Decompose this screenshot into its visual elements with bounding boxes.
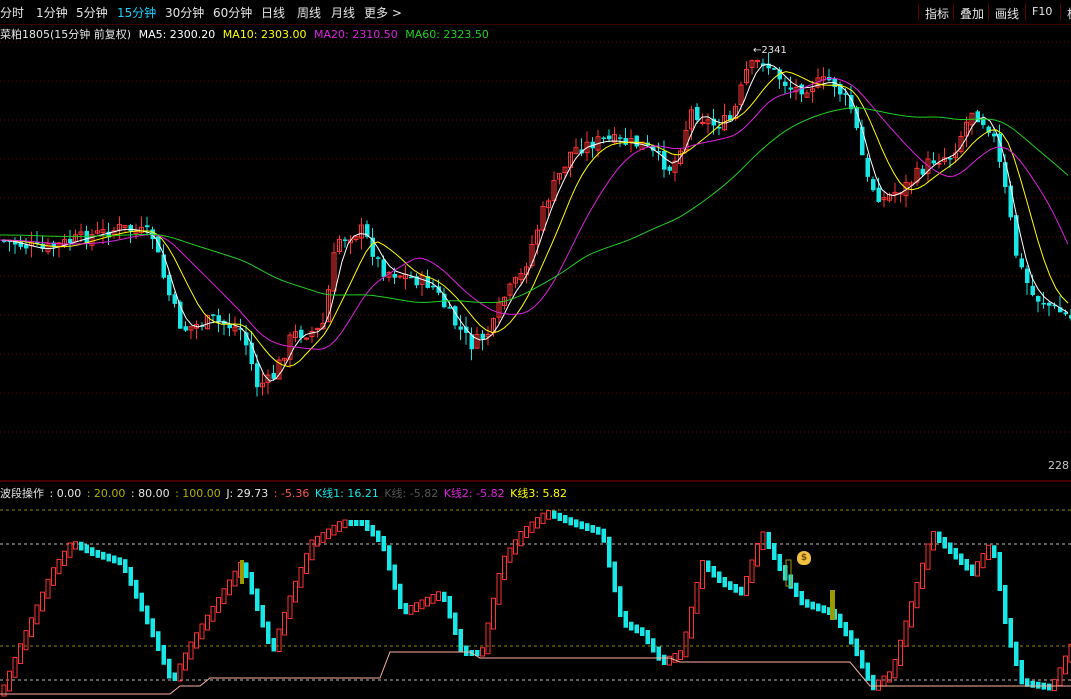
indicator-bars [0,510,1071,697]
ma10-value: MA10: 2303.00 [222,28,307,41]
indicator-legend: 波段操作 : 0.00 : 20.00 : 80.00 : 100.00 J: … [0,485,569,501]
candlesticks [2,52,1071,397]
money-bag-icon: $ [797,551,811,565]
level-20: : 20.00 [86,487,126,500]
price-axis-label: 228 [1048,459,1069,472]
ma5-value: MA5: 2300.20 [138,28,216,41]
main-legend: 菜粕1805(15分钟 前复权) MA5: 2300.20 MA10: 2303… [0,26,493,42]
moving-average-lines [0,63,1069,382]
k-dim-value: K线: -5.82 [384,487,439,500]
chart-grid [0,41,1071,681]
level-80: : 80.00 [130,487,170,500]
level-100: : 100.00 [175,487,221,500]
kline-chart[interactable] [0,0,1071,699]
j-value: J: 29.73 [226,487,269,500]
j-change: : -5.36 [273,487,310,500]
k1-value: K线1: 16.21 [314,487,379,500]
k2-value: K线2: -5.82 [443,487,505,500]
level-0: : 0.00 [49,487,82,500]
high-price-marker: ←2341 [753,45,787,56]
indicator-name: 波段操作 [0,487,44,500]
ma20-value: MA20: 2310.50 [314,28,398,41]
instrument-title: 菜粕1805(15分钟 前复权) [0,28,132,41]
k3-value: K线3: 5.82 [510,487,568,500]
ma60-value: MA60: 2323.50 [405,28,489,41]
